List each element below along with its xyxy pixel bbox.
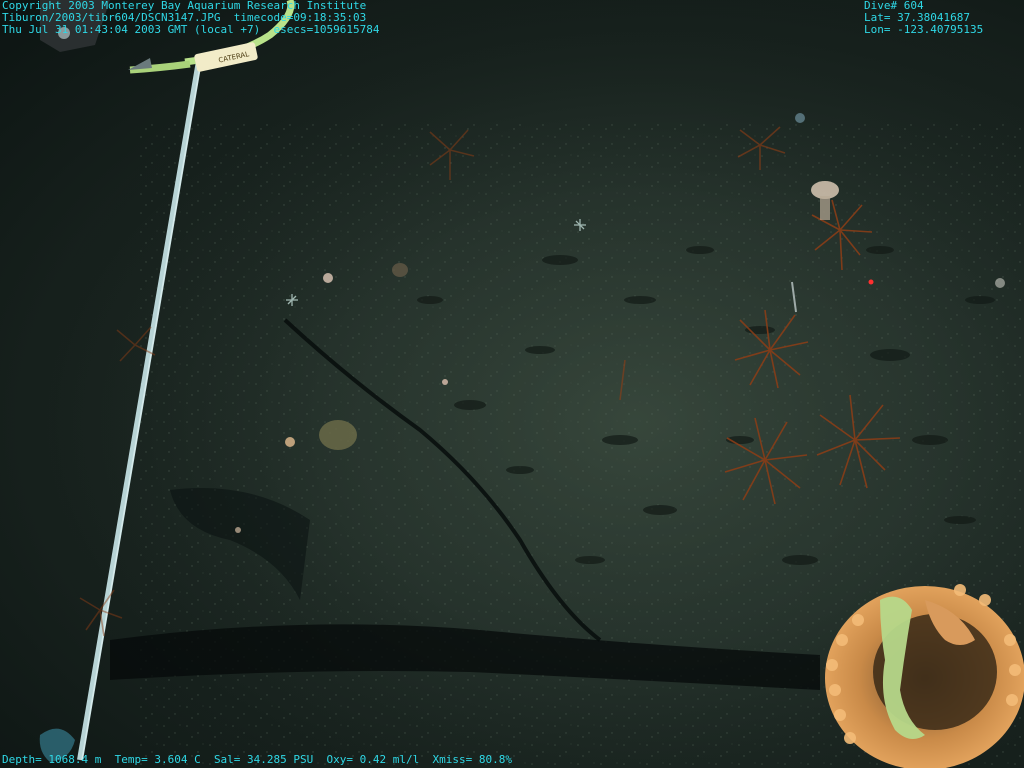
telemetry-header: Copyright 2003 Monterey Bay Aquarium Res… bbox=[2, 0, 380, 36]
datetime: Thu Jul 31 01:43:04 2003 GMT (local +7) bbox=[2, 23, 261, 36]
seafloor-scene: CATERAL bbox=[0, 0, 1024, 768]
dive-position: Dive# 604 Lat= 37.38041687 Lon= -123.407… bbox=[864, 0, 983, 36]
transmissivity: Xmiss= 80.8% bbox=[432, 753, 512, 766]
temperature: Temp= 3.604 C bbox=[114, 753, 201, 766]
salinity: Sal= 34.285 PSU bbox=[213, 753, 314, 766]
esecs: esecs=1059615784 bbox=[273, 23, 380, 36]
oxygen: Oxy= 0.42 ml/l bbox=[326, 753, 420, 766]
depth: Depth= 1068.4 m bbox=[2, 753, 102, 766]
seafloor-photo: CATERAL Copyright 2003 Monterey Bay Aqua… bbox=[0, 0, 1024, 768]
round-sponge bbox=[319, 420, 357, 450]
longitude: Lon= -123.40795135 bbox=[864, 23, 984, 36]
laser-dot bbox=[868, 279, 874, 285]
sensor-readout: Depth= 1068.4 m Temp= 3.604 C Sal= 34.28… bbox=[2, 754, 512, 766]
